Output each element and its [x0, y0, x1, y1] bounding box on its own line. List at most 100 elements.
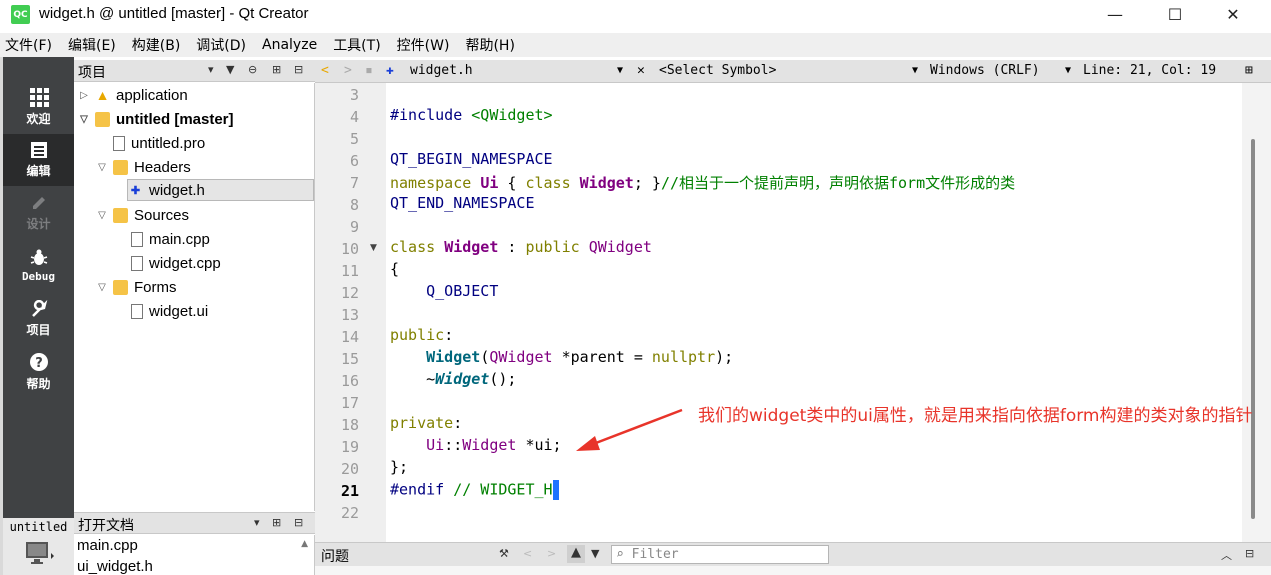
dropdown-icon[interactable]: ▾ [208, 63, 214, 76]
list-item[interactable]: main.cpp [77, 537, 138, 554]
chevron-right-icon[interactable]: ▷ [77, 90, 91, 101]
scrollbar-thumb[interactable] [1251, 139, 1255, 519]
split-editor-icon[interactable]: ⊞ [1245, 63, 1253, 78]
tree-item-widget-cpp[interactable]: widget.cpp [131, 252, 221, 274]
tree-item-headers[interactable]: ▽ Headers [95, 156, 191, 178]
code-line: class Widget : public QWidget [390, 238, 652, 256]
close-panel-icon[interactable]: ⊟ [294, 516, 303, 529]
code-line: namespace Ui { class Widget; }//相当于一个提前声… [390, 174, 1016, 192]
line-number: 20 [340, 460, 359, 478]
close-file-icon[interactable]: ✕ [637, 63, 645, 78]
annotation-arrow-icon [576, 408, 683, 451]
chevron-down-icon[interactable]: ▽ [95, 282, 109, 293]
tree-item-main-cpp[interactable]: main.cpp [131, 228, 210, 250]
line-number: 8 [349, 196, 359, 214]
maximize-button[interactable]: ☐ [1152, 0, 1198, 28]
close-panel-icon[interactable]: ⊟ [294, 63, 303, 76]
mode-help[interactable]: ? 帮助 [3, 346, 74, 398]
symbol-selector[interactable]: <Select Symbol> [659, 63, 776, 78]
prev-icon[interactable]: < [523, 547, 532, 560]
qt-creator-logo: QC [11, 5, 30, 24]
filter-icon[interactable]: ▼ [591, 547, 599, 560]
header-file-icon: ✚ [130, 184, 141, 197]
chevron-down-icon[interactable]: ▽ [95, 210, 109, 221]
chevron-down-icon[interactable]: ▽ [77, 114, 91, 125]
warning-filter-icon[interactable]: ▲ [567, 545, 585, 563]
symbol-dropdown-icon[interactable]: ▼ [912, 65, 918, 76]
menu-edit[interactable]: 编辑(E) [68, 35, 116, 55]
mode-design-label: 设计 [26, 217, 51, 231]
back-icon[interactable]: < [321, 63, 329, 78]
close-button[interactable]: ✕ [1210, 0, 1256, 28]
split-icon[interactable]: ⊞ [272, 63, 281, 76]
mode-welcome-label: 欢迎 [26, 112, 51, 126]
tree-item-widget-h[interactable]: ✚ widget.h [127, 179, 314, 201]
warning-icon: ▲ [95, 87, 110, 103]
code-editor[interactable]: #include <QWidget> QT_BEGIN_NAMESPACE na… [386, 83, 1242, 542]
line-number: 6 [349, 152, 359, 170]
project-folder-icon [95, 111, 110, 127]
mode-welcome[interactable]: 欢迎 [3, 81, 74, 133]
line-number: 19 [340, 438, 359, 456]
current-file-name[interactable]: widget.h [410, 63, 473, 78]
line-number: 17 [340, 394, 359, 412]
menu-tools[interactable]: 工具(T) [333, 35, 380, 55]
tree-item-sources[interactable]: ▽ Sources [95, 204, 189, 226]
mode-edit[interactable]: 编辑 [3, 134, 74, 186]
mode-debug[interactable]: Debug [3, 240, 74, 292]
filter-icon[interactable]: ▼ [226, 63, 234, 76]
next-icon[interactable]: > [547, 547, 556, 560]
tree-item-forms[interactable]: ▽ Forms [95, 276, 176, 298]
line-number: 22 [340, 504, 359, 522]
menu-controls[interactable]: 控件(W) [397, 35, 450, 55]
minimize-button[interactable]: — [1092, 0, 1138, 28]
bug-icon [30, 249, 47, 265]
kit-selector[interactable] [3, 536, 74, 575]
issues-tab-label[interactable]: 问题 [321, 546, 349, 566]
mode-projects[interactable]: 项目 [3, 293, 74, 345]
vertical-scrollbar[interactable] [1242, 83, 1271, 542]
chevron-down-icon[interactable]: ▽ [95, 162, 109, 173]
code-line: private: [390, 414, 463, 432]
code-token: private [390, 414, 454, 432]
kit-selector-label[interactable]: untitled [3, 518, 74, 536]
line-number: 15 [340, 350, 359, 368]
issues-filter-input[interactable]: ⌕ Filter [611, 545, 829, 564]
text-cursor [552, 480, 559, 500]
link-icon[interactable]: ⊖ [248, 63, 257, 76]
line-ending-selector[interactable]: Windows (CRLF) [930, 63, 1040, 78]
tree-item-application[interactable]: ▷ ▲ application [77, 84, 188, 106]
code-token: QWidget [588, 238, 652, 256]
build-icon[interactable]: ⚒ [499, 547, 509, 560]
menu-file[interactable]: 文件(F) [5, 35, 52, 55]
tree-item-project[interactable]: ▽ untitled [master] [77, 108, 233, 130]
line-ending-dropdown-icon[interactable]: ▼ [1065, 65, 1071, 76]
menu-bar: 文件(F) 编辑(E) 构建(B) 调试(D) Analyze 工具(T) 控件… [0, 33, 1271, 57]
header-file-icon: ✚ [386, 63, 394, 78]
cursor-position[interactable]: Line: 21, Col: 19 [1083, 63, 1216, 78]
maximize-pane-icon[interactable]: ︿ [1221, 547, 1232, 563]
code-line: }; [390, 458, 409, 476]
menu-analyze[interactable]: Analyze [262, 37, 317, 53]
close-pane-icon[interactable]: ⊟ [1245, 547, 1254, 560]
menu-debug[interactable]: 调试(D) [196, 35, 246, 55]
code-token: namespace [390, 174, 472, 192]
tree-item-pro-file[interactable]: untitled.pro [113, 132, 205, 154]
fold-arrow-icon[interactable]: ▼ [370, 243, 377, 253]
dropdown-icon[interactable]: ▾ [254, 516, 260, 529]
code-token: class [525, 174, 571, 192]
code-token: Widget [426, 348, 481, 366]
code-token: #include [390, 106, 463, 124]
bottom-strip [315, 566, 1271, 575]
list-item[interactable]: ui_widget.h [77, 558, 153, 575]
menu-build[interactable]: 构建(B) [132, 35, 181, 55]
forward-icon[interactable]: > [344, 63, 352, 78]
menu-help[interactable]: 帮助(H) [465, 35, 514, 55]
tree-item-label: widget.cpp [149, 254, 221, 272]
tree-item-widget-ui[interactable]: widget.ui [131, 300, 208, 322]
tree-item-label: untitled.pro [131, 134, 206, 152]
file-dropdown-icon[interactable]: ▼ [617, 65, 623, 76]
mode-design[interactable]: 设计 [3, 187, 74, 239]
split-icon[interactable]: ⊞ [272, 516, 281, 529]
scroll-up-icon[interactable]: ▲ [301, 539, 308, 549]
